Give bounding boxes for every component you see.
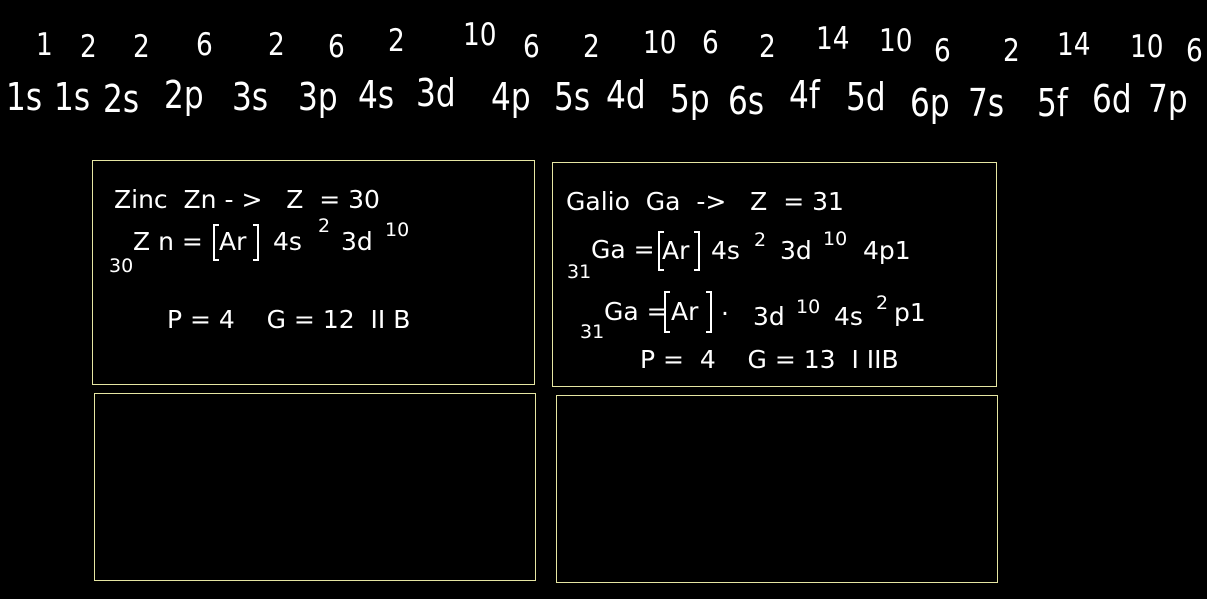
subshell-label: 2p [164, 73, 204, 117]
galio-line2-3d: 3d [753, 302, 785, 331]
capacity-label: 10 [463, 17, 497, 53]
core-bracket-right [694, 231, 700, 271]
capacity-label: 2 [1003, 33, 1020, 69]
subshell-label: 5p [670, 77, 710, 121]
capacity-label: 10 [879, 23, 913, 59]
galio-line1-3d: 3d [780, 236, 812, 265]
capacity-label: 2 [133, 29, 150, 65]
galio-line2-dot: · [721, 299, 729, 328]
subshell-label: 5f [1037, 81, 1068, 125]
subshell-label: 4p [491, 75, 531, 119]
zinc-period-group: P = 4 G = 12 II B [167, 305, 411, 334]
capacity-label: 2 [80, 29, 97, 65]
zinc-config-3d: 3d [341, 227, 373, 256]
subshell-label: 5d [846, 75, 886, 119]
subshell-label: 7s [968, 81, 1005, 125]
subshell-label: 3s [232, 75, 269, 119]
zinc-title: Zinc Zn - > Z = 30 [114, 185, 380, 214]
galio-line1-core: Ar [662, 236, 690, 265]
galio-line1-symbol: Ga = [591, 235, 655, 264]
zinc-atomic-number: 30 [109, 255, 134, 277]
subshell-label: 6s [728, 79, 765, 123]
galio-line1-4p: 4p1 [863, 236, 911, 265]
capacity-label: 6 [934, 33, 951, 69]
capacity-label: 2 [583, 29, 600, 65]
capacity-label: 14 [816, 21, 850, 57]
capacity-label: 1 [36, 27, 53, 63]
galio-panel: Galio Ga -> Z = 31 31 Ga = Ar 4s 2 3d 10… [552, 162, 997, 387]
galio-line2-3d-exponent: 10 [796, 296, 821, 318]
galio-line2-p: p1 [894, 298, 926, 327]
galio-line1-atomic-number: 31 [567, 261, 592, 283]
galio-line2-atomic-number: 31 [580, 321, 605, 343]
subshell-label: 1s [6, 75, 43, 119]
zinc-config-3d-exponent: 10 [385, 219, 410, 241]
galio-line2-core: Ar [671, 297, 699, 326]
subshell-label: 1s [54, 75, 91, 119]
subshell-label: 5s [554, 75, 591, 119]
subshell-label: 3d [416, 71, 456, 115]
capacity-label: 6 [328, 29, 345, 65]
subshell-label: 4s [358, 73, 395, 117]
subshell-label: 4f [789, 73, 820, 117]
galio-period-group: P = 4 G = 13 I IIB [640, 345, 899, 374]
subshell-label: 6p [910, 81, 950, 125]
drawing-canvas: 1 2 2 6 2 6 2 10 6 2 10 6 2 14 10 6 2 14… [0, 0, 1207, 599]
galio-line2-4s: 4s [834, 302, 863, 331]
galio-line1-3d-exponent: 10 [823, 228, 848, 250]
subshell-label: 3p [298, 75, 338, 119]
zinc-core: Ar [219, 227, 247, 256]
core-bracket-right [253, 224, 259, 261]
subshell-label: 2s [103, 77, 140, 121]
zinc-panel: Zinc Zn - > Z = 30 Z n = 30 Ar 4s 2 3d 1… [92, 160, 535, 385]
zinc-config-4s-exponent: 2 [318, 215, 331, 237]
zinc-config-symbol: Z n = [133, 227, 203, 256]
galio-line2-symbol: Ga = [604, 297, 668, 326]
capacity-label: 2 [388, 23, 405, 59]
subshell-label: 4d [606, 73, 646, 117]
capacity-label: 10 [1130, 29, 1164, 65]
galio-line2-4s-exponent: 2 [876, 292, 889, 314]
capacity-label: 2 [268, 27, 285, 63]
core-bracket-left [664, 291, 670, 333]
subshell-label: 6d [1092, 77, 1132, 121]
galio-title: Galio Ga -> Z = 31 [566, 187, 844, 216]
empty-panel-left [94, 393, 536, 581]
empty-panel-right [556, 395, 998, 583]
capacity-label: 2 [759, 29, 776, 65]
subshell-label: 7p [1148, 77, 1188, 121]
galio-line1-4s-exponent: 2 [754, 229, 767, 251]
core-bracket-right [706, 291, 712, 333]
capacity-label: 6 [523, 29, 540, 65]
capacity-label: 6 [702, 25, 719, 61]
zinc-config-4s: 4s [273, 227, 302, 256]
capacity-label: 14 [1057, 27, 1091, 63]
capacity-label: 6 [196, 27, 213, 63]
capacity-label: 6 [1186, 33, 1203, 69]
galio-line1-4s: 4s [711, 236, 740, 265]
capacity-label: 10 [643, 25, 677, 61]
